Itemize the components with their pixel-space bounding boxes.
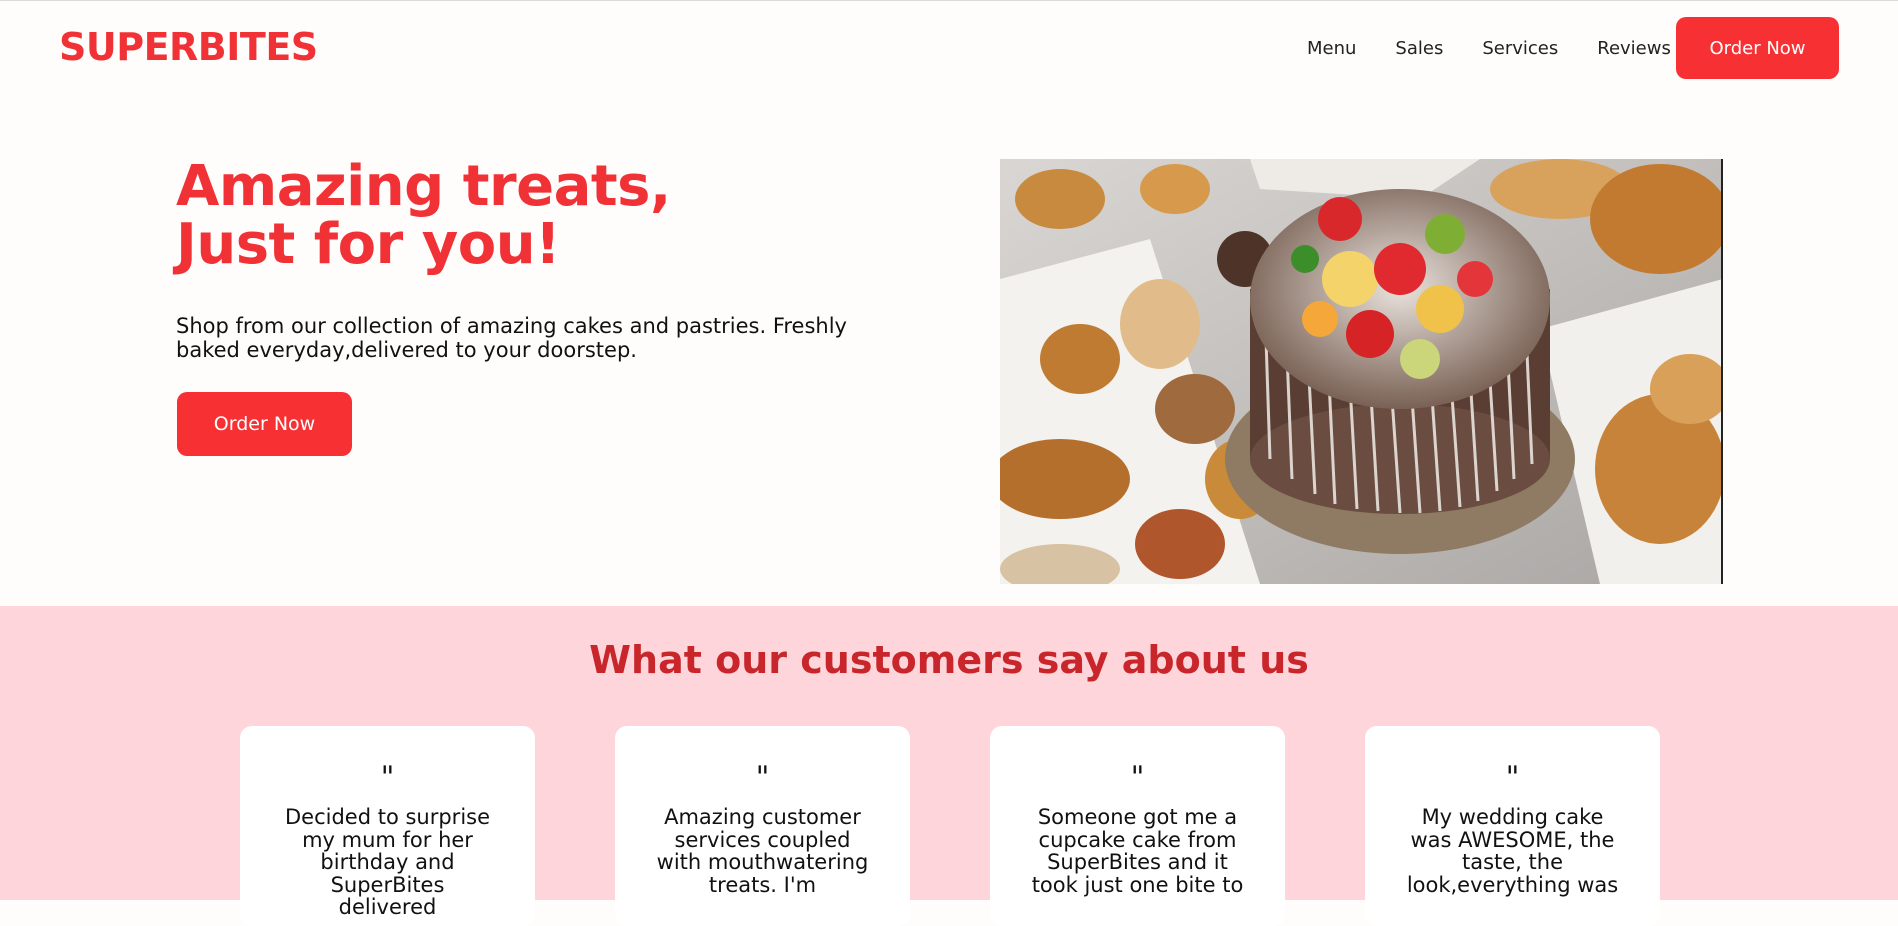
review-text: Decided to surprise my mum for her birth… — [284, 805, 491, 919]
quote-mark-icon: " — [1130, 760, 1145, 795]
hero-title: Amazing treats, Just for you! — [176, 158, 671, 274]
review-text: My wedding cake was AWESOME, the taste, … — [1406, 805, 1619, 897]
hero-order-now-button[interactable]: Order Now — [177, 392, 352, 456]
nav-sales[interactable]: Sales — [1395, 37, 1443, 61]
nav-reviews[interactable]: Reviews — [1597, 37, 1671, 61]
main-nav: Menu Sales Services Reviews — [1307, 37, 1710, 61]
site-header: SUPERBITES Menu Sales Services Reviews O… — [0, 1, 1898, 95]
nav-services[interactable]: Services — [1482, 37, 1558, 61]
review-card: " Someone got me a cupcake cake from Sup… — [990, 726, 1285, 926]
reviews-title: What our customers say about us — [589, 638, 1309, 682]
hero-cake-image — [1000, 159, 1723, 584]
review-card: " Decided to surprise my mum for her bir… — [240, 726, 535, 926]
quote-mark-icon: " — [380, 760, 395, 795]
header-order-now-button[interactable]: Order Now — [1676, 17, 1839, 79]
hero-description: Shop from our collection of amazing cake… — [176, 314, 847, 362]
hero-title-line2: Just for you! — [176, 212, 561, 277]
reviews-section: What our customers say about us " Decide… — [0, 606, 1898, 926]
review-text: Someone got me a cupcake cake from Super… — [1031, 805, 1244, 897]
quote-mark-icon: " — [755, 760, 770, 795]
nav-menu[interactable]: Menu — [1307, 37, 1356, 61]
hero-title-line1: Amazing treats, — [176, 154, 671, 219]
logo[interactable]: SUPERBITES — [59, 23, 318, 71]
quote-mark-icon: " — [1505, 760, 1520, 795]
review-card: " My wedding cake was AWESOME, the taste… — [1365, 726, 1660, 926]
review-text: Amazing customer services coupled with m… — [656, 805, 869, 897]
review-card: " Amazing customer services coupled with… — [615, 726, 910, 926]
